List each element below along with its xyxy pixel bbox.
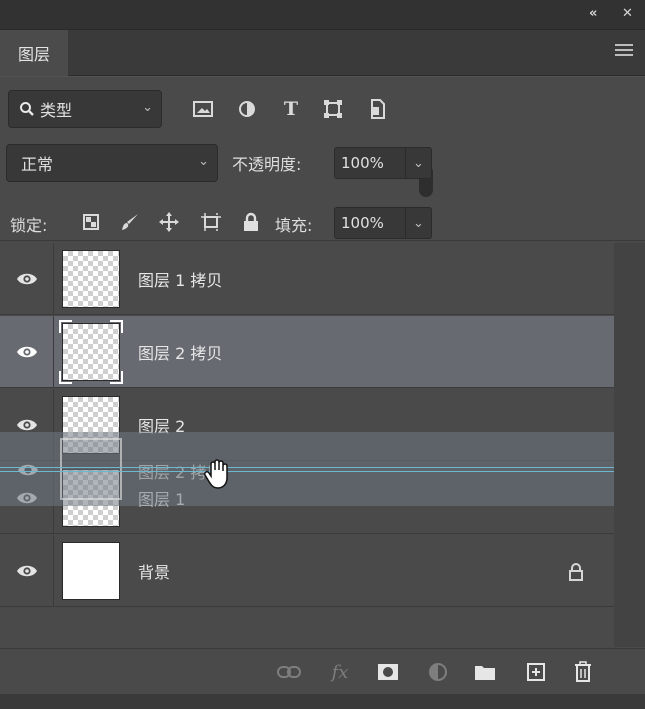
panel-titlebar: « ✕ (0, 0, 645, 30)
layer-row[interactable]: 背景 (0, 535, 614, 607)
tab-layers[interactable]: 图层 (0, 30, 68, 76)
adjustment-filter-icon[interactable] (236, 99, 258, 119)
visibility-eye-icon[interactable] (0, 535, 54, 607)
panel-body: 类型 ⌄ T 正常 ⌄ 不透明度: 100% ⌄ 锁定: 填充: 100% ⌄ … (0, 77, 645, 709)
drop-indicator-line (0, 467, 614, 472)
fill-field[interactable]: 100% ⌄ (334, 207, 432, 239)
chevron-down-icon: ⌄ (142, 100, 153, 115)
close-icon[interactable]: ✕ (622, 6, 633, 21)
link-layers-icon[interactable] (277, 661, 301, 683)
tab-row: 图层 (0, 30, 645, 76)
visibility-eye-icon[interactable] (0, 243, 54, 315)
lock-row: 锁定: 填充: 100% ⌄ (0, 185, 645, 241)
type-filter-icon[interactable]: T (280, 98, 302, 120)
layer-name[interactable]: 图层 1 拷贝 (138, 267, 222, 291)
panel-resize-grip[interactable] (0, 694, 645, 709)
search-icon (20, 102, 34, 116)
filter-row: 类型 ⌄ T (0, 77, 645, 197)
chevron-down-icon: ⌄ (198, 154, 209, 169)
lock-label: 锁定: (10, 216, 48, 235)
layers-panel: « ✕ 图层 类型 ⌄ T 正常 ⌄ 不透明度: 100% ⌄ 锁定: 填充: … (0, 0, 645, 709)
fx-icon[interactable]: fx (328, 661, 352, 683)
trash-icon[interactable] (571, 661, 595, 683)
filter-kind-dropdown[interactable]: 类型 ⌄ (8, 90, 162, 128)
lock-image-pixels-icon[interactable] (119, 211, 141, 233)
filter-kind-label: 类型 (40, 101, 73, 120)
new-layer-icon[interactable] (524, 661, 548, 683)
layer-thumbnail (62, 542, 120, 600)
fill-value: 100% (341, 214, 384, 232)
thumbnail-selection-frame (59, 320, 123, 384)
layers-scrollbar[interactable] (614, 243, 645, 647)
add-mask-icon[interactable] (376, 661, 400, 683)
grab-hand-cursor-icon (204, 459, 228, 489)
collapse-icon[interactable]: « (589, 6, 597, 21)
lock-transparent-pixels-icon[interactable] (80, 211, 102, 233)
layers-bottom-bar: fx (0, 648, 645, 694)
lock-artboard-icon[interactable] (200, 211, 222, 233)
shape-filter-icon[interactable] (322, 99, 344, 119)
smart-object-filter-icon[interactable] (367, 99, 389, 119)
layer-thumbnail (62, 250, 120, 308)
fill-label: 填充: (275, 216, 313, 235)
layer-row[interactable]: 图层 1 拷贝 (0, 243, 614, 315)
blend-row: 正常 ⌄ 不透明度: 100% ⌄ (0, 135, 645, 185)
adjustment-layer-icon[interactable] (426, 661, 450, 683)
layer-name[interactable]: 背景 (138, 559, 170, 583)
new-group-icon[interactable] (473, 661, 497, 683)
blend-mode-dropdown[interactable]: 正常 ⌄ (6, 144, 218, 182)
lock-position-icon[interactable] (158, 211, 180, 233)
blend-mode-value: 正常 (21, 155, 54, 174)
chevron-down-icon[interactable]: ⌄ (405, 208, 431, 238)
opacity-label: 不透明度: (232, 155, 302, 174)
chevron-down-icon[interactable]: ⌄ (405, 148, 431, 178)
opacity-field[interactable]: 100% ⌄ (334, 147, 432, 179)
visibility-eye-icon[interactable] (0, 316, 54, 388)
layer-name[interactable]: 图层 2 拷贝 (138, 340, 222, 364)
image-filter-icon[interactable] (192, 99, 214, 119)
lock-all-icon[interactable] (240, 211, 262, 233)
layer-lock-icon (569, 563, 583, 581)
layer-row-selected[interactable]: 图层 2 拷贝 (0, 316, 614, 388)
panel-menu-icon[interactable] (615, 44, 633, 58)
opacity-value: 100% (341, 154, 384, 172)
